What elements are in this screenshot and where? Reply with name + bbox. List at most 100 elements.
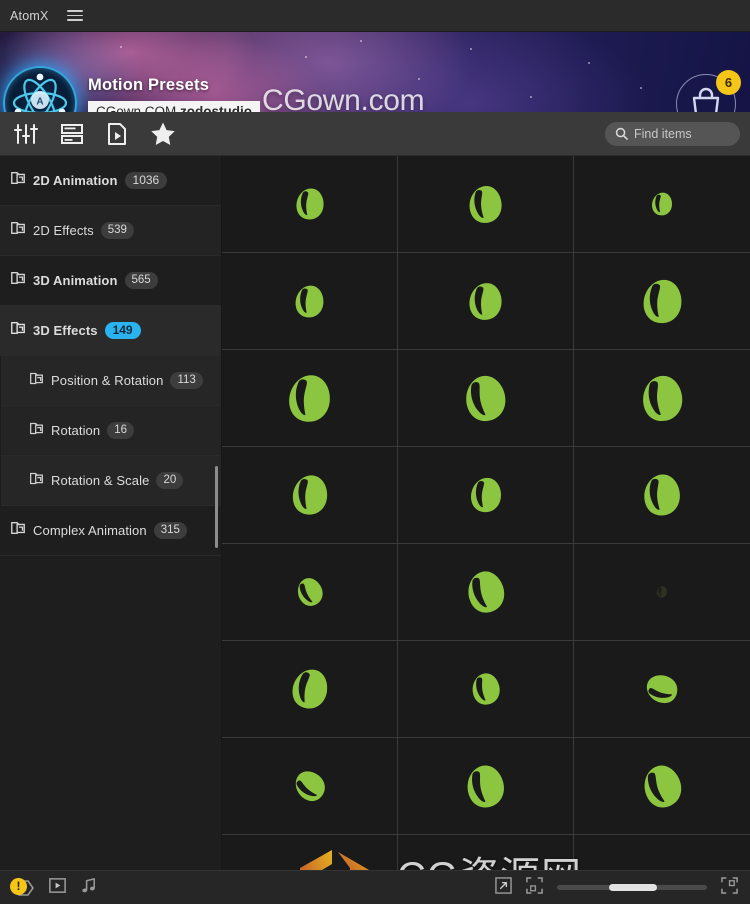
- sidebar-item-rotation-and-scale[interactable]: Rotation & Scale 20: [1, 456, 221, 506]
- sidebar-item-3d-effects[interactable]: 3D Effects 149: [0, 306, 221, 356]
- fullscreen-icon[interactable]: [721, 876, 738, 899]
- leaf-shape-icon: [295, 188, 324, 220]
- leaf-shape-icon: [295, 771, 325, 802]
- preset-thumbnail-cell[interactable]: [222, 447, 398, 544]
- sidebar-item-count: 149: [104, 321, 141, 340]
- preset-thumbnail-cell[interactable]: [222, 350, 398, 447]
- sidebar-item-count: 113: [170, 372, 203, 389]
- preset-thumbnail-cell[interactable]: [574, 447, 750, 544]
- star-icon[interactable]: [150, 121, 176, 146]
- leaf-shape-icon: [657, 586, 667, 598]
- leaf-shape-icon: [652, 192, 672, 216]
- preset-thumbnail-cell[interactable]: [574, 835, 750, 870]
- leaf-shape-icon: [467, 764, 504, 807]
- sidebar-item-label: Rotation & Scale: [51, 473, 150, 488]
- video-clip-icon[interactable]: [48, 876, 67, 900]
- preset-thumbnail-cell[interactable]: [398, 156, 574, 253]
- zoom-slider-thumb[interactable]: [609, 883, 657, 891]
- banner-text-block: Motion Presets CGown.COM zodostudio: [88, 76, 261, 112]
- promo-banner: A Motion Presets CGown.COM zodostudio CG…: [0, 32, 750, 112]
- menu-bar: AtomX: [0, 0, 750, 32]
- preset-thumbnail-cell[interactable]: [574, 738, 750, 835]
- preset-thumbnail-cell[interactable]: [222, 156, 398, 253]
- leaf-shape-icon: [646, 675, 678, 704]
- folder-link-icon: [29, 371, 44, 391]
- preset-thumbnail-cell[interactable]: [398, 641, 574, 738]
- folder-link-icon: [10, 320, 26, 341]
- preset-thumbnail-cell[interactable]: [398, 447, 574, 544]
- preset-thumbnail-cell[interactable]: [574, 350, 750, 447]
- status-left-icons: !: [10, 876, 98, 900]
- preset-thumbnail-cell[interactable]: [398, 835, 574, 870]
- leaf-shape-icon: [642, 375, 682, 421]
- sidebar-item-3d-animation[interactable]: 3D Animation 565: [0, 256, 221, 306]
- zoom-slider[interactable]: [557, 883, 707, 891]
- folder-link-icon: [29, 421, 44, 441]
- folder-link-icon: [10, 170, 26, 191]
- folder-link-icon: [10, 520, 26, 541]
- preset-thumbnail-cell[interactable]: [398, 253, 574, 350]
- toolbar: Find items: [0, 112, 750, 156]
- preset-thumbnail-cell[interactable]: [574, 641, 750, 738]
- sliders-icon[interactable]: [14, 122, 38, 146]
- banner-title: Motion Presets: [88, 76, 210, 94]
- leaf-shape-icon: [469, 282, 502, 320]
- tag-warning-icon[interactable]: !: [10, 877, 36, 898]
- sidebar-item-label: Rotation: [51, 423, 101, 438]
- content-area: 2D Animation 1036 2D Effects 539 3D Anim…: [0, 156, 750, 870]
- expand-arrow-icon[interactable]: [495, 876, 512, 899]
- sidebar-item-label: 2D Animation: [33, 173, 118, 188]
- preset-thumbnail-cell[interactable]: [574, 544, 750, 641]
- preset-thumbnail-cell[interactable]: [222, 253, 398, 350]
- fit-to-frame-icon[interactable]: [526, 876, 543, 899]
- sidebar-item-rotation[interactable]: Rotation 16: [1, 406, 221, 456]
- leaf-shape-icon: [643, 279, 681, 323]
- search-placeholder: Find items: [634, 126, 692, 141]
- leaf-shape-icon: [292, 475, 327, 515]
- leaf-shape-icon: [466, 375, 506, 421]
- sidebar-item-count: 20: [156, 472, 184, 489]
- sidebar-item-count: 539: [100, 222, 134, 239]
- leaf-shape-icon: [297, 578, 323, 606]
- leaf-shape-icon: [470, 477, 501, 513]
- sidebar-item-count: 315: [153, 522, 187, 539]
- preset-thumbnail-cell[interactable]: [398, 738, 574, 835]
- preset-thumbnail-cell[interactable]: [222, 641, 398, 738]
- search-box[interactable]: Find items: [605, 121, 740, 146]
- list-view-icon[interactable]: [60, 123, 84, 145]
- sidebar-item-count: 565: [124, 272, 158, 289]
- sidebar-item-2d-animation[interactable]: 2D Animation 1036: [0, 156, 221, 206]
- sidebar-item-2d-effects[interactable]: 2D Effects 539: [0, 206, 221, 256]
- chip-prefix: CGown.COM: [96, 104, 177, 112]
- preset-grid-pane: CG资源网 cgown.com: [222, 156, 750, 870]
- application-window: AtomX A Motion Presets CGown.COM zodostu…: [0, 0, 750, 904]
- video-file-icon[interactable]: [106, 122, 128, 146]
- leaf-shape-icon: [472, 673, 500, 705]
- preset-thumbnail-cell[interactable]: [398, 350, 574, 447]
- status-right-controls: [495, 876, 738, 899]
- hamburger-menu-icon[interactable]: [66, 10, 83, 21]
- sidebar-item-label: 3D Effects: [33, 323, 98, 338]
- cart-button[interactable]: 6: [676, 70, 741, 112]
- preset-thumbnail-cell[interactable]: [222, 544, 398, 641]
- preset-thumbnail-cell[interactable]: [222, 835, 398, 870]
- leaf-shape-icon: [469, 185, 502, 223]
- leaf-shape-icon: [467, 571, 504, 613]
- folder-link-icon: [29, 471, 44, 491]
- sidebar-scrollbar[interactable]: [215, 466, 218, 548]
- sidebar-item-complex-animation[interactable]: Complex Animation 315: [0, 506, 221, 556]
- preset-thumbnail-cell[interactable]: [574, 156, 750, 253]
- folder-link-icon: [10, 270, 26, 291]
- category-sidebar: 2D Animation 1036 2D Effects 539 3D Anim…: [0, 156, 222, 870]
- preset-thumbnail-cell[interactable]: [222, 738, 398, 835]
- banner-brand-chip: CGown.COM zodostudio: [88, 101, 261, 112]
- sidebar-item-count: 1036: [124, 171, 168, 190]
- music-note-icon[interactable]: [79, 876, 98, 900]
- banner-watermark: CGown.com: [262, 84, 425, 112]
- atom-logo-icon: A: [3, 66, 77, 112]
- preset-thumbnail-cell[interactable]: [398, 544, 574, 641]
- sidebar-item-label: Complex Animation: [33, 523, 147, 538]
- sidebar-item-position-and-rotation[interactable]: Position & Rotation 113: [1, 356, 221, 406]
- preset-thumbnail-cell[interactable]: [574, 253, 750, 350]
- leaf-shape-icon: [644, 765, 681, 807]
